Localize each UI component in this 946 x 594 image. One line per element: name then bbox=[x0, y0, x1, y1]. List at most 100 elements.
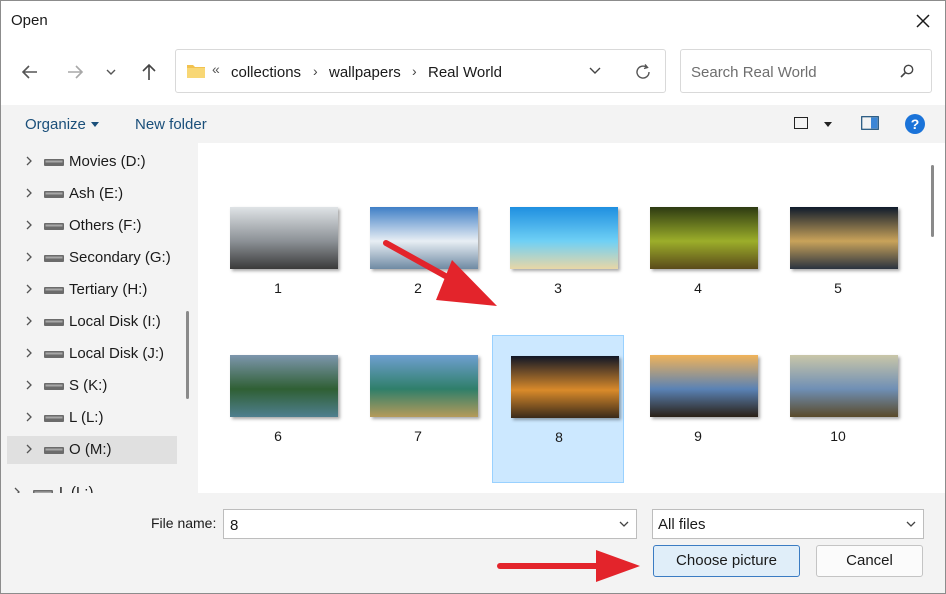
file-name-caption: 10 bbox=[830, 428, 846, 444]
drive-icon bbox=[44, 415, 64, 422]
file-thumbnail[interactable]: 7 bbox=[352, 335, 484, 483]
file-name-input[interactable] bbox=[228, 514, 612, 536]
help-icon[interactable]: ? bbox=[905, 114, 925, 134]
drive-icon bbox=[44, 287, 64, 294]
address-bar[interactable]: « collections › wallpapers › Real World bbox=[175, 49, 666, 93]
nav-item-drive[interactable]: Secondary (G:) bbox=[7, 244, 177, 272]
command-bar: Organize New folder ? bbox=[1, 105, 945, 143]
file-thumbnail[interactable]: 6 bbox=[212, 335, 344, 483]
navigation-scrollbar[interactable] bbox=[186, 311, 189, 399]
view-mode-icon[interactable] bbox=[794, 117, 808, 129]
breadcrumb-overflow[interactable]: « bbox=[212, 61, 220, 77]
nav-item-label: Ash (E:) bbox=[69, 185, 124, 202]
recent-locations-chevron-icon[interactable] bbox=[103, 64, 119, 80]
view-options-caret-icon[interactable] bbox=[824, 122, 832, 127]
file-thumbnail[interactable]: 2 bbox=[352, 187, 484, 335]
window-title: Open bbox=[11, 12, 48, 29]
file-list[interactable]: 1 2 3 4 5 6 7 8 9 10 bbox=[198, 143, 945, 493]
choose-picture-button[interactable]: Choose picture bbox=[653, 545, 800, 577]
file-name-caption: 1 bbox=[274, 280, 282, 296]
drive-icon bbox=[44, 223, 64, 230]
search-box[interactable] bbox=[680, 49, 932, 93]
drive-icon bbox=[44, 255, 64, 262]
nav-item-drive[interactable]: Tertiary (H:) bbox=[7, 276, 177, 304]
cancel-button[interactable]: Cancel bbox=[816, 545, 923, 577]
nav-item-label: L (L:) bbox=[69, 409, 104, 426]
file-type-select[interactable]: All files bbox=[652, 509, 924, 539]
image-preview bbox=[510, 207, 618, 269]
up-arrow-icon[interactable] bbox=[138, 61, 160, 83]
chevron-right-icon[interactable] bbox=[24, 444, 34, 454]
chevron-down-icon[interactable] bbox=[618, 519, 630, 529]
chevron-right-icon[interactable] bbox=[24, 252, 34, 262]
file-name-caption: 2 bbox=[414, 280, 422, 296]
image-preview bbox=[511, 356, 619, 418]
preview-pane-icon[interactable] bbox=[861, 116, 879, 130]
close-icon[interactable] bbox=[911, 9, 935, 33]
nav-item-drive[interactable]: S (K:) bbox=[7, 372, 177, 400]
new-folder-button[interactable]: New folder bbox=[135, 116, 207, 133]
forward-arrow-icon[interactable] bbox=[64, 61, 86, 83]
navigation-pane: Movies (D:) Ash (E:) Others (F:) Secondary … bbox=[1, 143, 195, 493]
drive-icon bbox=[44, 191, 64, 198]
file-name-caption: 9 bbox=[694, 428, 702, 444]
chevron-right-icon[interactable] bbox=[24, 188, 34, 198]
open-dialog: Open « collections › wallpapers › Real W… bbox=[0, 0, 946, 594]
drive-icon bbox=[44, 351, 64, 358]
back-arrow-icon[interactable] bbox=[19, 61, 41, 83]
chevron-right-icon[interactable] bbox=[24, 380, 34, 390]
nav-item-label: Others (F:) bbox=[69, 217, 142, 234]
search-icon[interactable] bbox=[899, 63, 915, 79]
breadcrumb-collections[interactable]: collections bbox=[231, 64, 301, 81]
nav-item-drive[interactable]: Ash (E:) bbox=[7, 180, 177, 208]
nav-item-drive[interactable]: Local Disk (I:) bbox=[7, 308, 177, 336]
file-list-scrollbar[interactable] bbox=[931, 165, 934, 237]
organize-button[interactable]: Organize bbox=[25, 116, 86, 133]
organize-caret-icon[interactable] bbox=[91, 122, 99, 127]
nav-item-drive[interactable]: O (M:) bbox=[7, 436, 177, 464]
breadcrumb-separator[interactable]: › bbox=[412, 63, 417, 79]
image-preview bbox=[790, 207, 898, 269]
file-name-caption: 6 bbox=[274, 428, 282, 444]
drive-icon bbox=[44, 159, 64, 166]
breadcrumb-separator[interactable]: › bbox=[313, 63, 318, 79]
title-bar: Open bbox=[1, 1, 945, 41]
file-name-caption: 5 bbox=[834, 280, 842, 296]
image-preview bbox=[790, 355, 898, 417]
file-thumbnail[interactable]: 3 bbox=[492, 187, 624, 335]
file-thumbnail[interactable]: 10 bbox=[772, 335, 904, 483]
nav-item-drive[interactable]: Others (F:) bbox=[7, 212, 177, 240]
file-name-bar: File name: All files Choose picture Canc… bbox=[1, 493, 945, 593]
file-name-label: File name: bbox=[151, 515, 217, 531]
image-preview bbox=[370, 355, 478, 417]
chevron-right-icon[interactable] bbox=[24, 220, 34, 230]
breadcrumb-wallpapers[interactable]: wallpapers bbox=[329, 64, 401, 81]
folder-icon bbox=[187, 65, 205, 78]
breadcrumb-real-world[interactable]: Real World bbox=[428, 64, 502, 81]
image-preview bbox=[650, 355, 758, 417]
file-name-combobox[interactable] bbox=[223, 509, 637, 539]
file-thumbnail[interactable]: 5 bbox=[772, 187, 904, 335]
search-input[interactable] bbox=[689, 60, 893, 84]
chevron-down-icon[interactable] bbox=[905, 519, 917, 529]
chevron-right-icon[interactable] bbox=[24, 156, 34, 166]
chevron-right-icon[interactable] bbox=[24, 412, 34, 422]
image-preview bbox=[370, 207, 478, 269]
chevron-down-icon[interactable] bbox=[588, 64, 602, 78]
chevron-right-icon[interactable] bbox=[24, 348, 34, 358]
nav-item-drive[interactable]: Local Disk (J:) bbox=[7, 340, 177, 368]
refresh-icon[interactable] bbox=[633, 62, 653, 82]
nav-item-partial[interactable]: L (L:) bbox=[1, 479, 181, 493]
nav-item-drive[interactable]: L (L:) bbox=[7, 404, 177, 432]
nav-item-label: Tertiary (H:) bbox=[69, 281, 148, 298]
file-thumbnail[interactable]: 9 bbox=[632, 335, 764, 483]
drive-icon bbox=[44, 319, 64, 326]
file-thumbnail[interactable]: 4 bbox=[632, 187, 764, 335]
chevron-right-icon[interactable] bbox=[24, 316, 34, 326]
chevron-right-icon[interactable] bbox=[24, 284, 34, 294]
file-thumbnail[interactable]: 1 bbox=[212, 187, 344, 335]
nav-item-drive[interactable]: Movies (D:) bbox=[7, 148, 177, 176]
drive-icon bbox=[44, 447, 64, 454]
file-thumbnail[interactable]: 8 bbox=[492, 335, 624, 483]
file-name-caption: 4 bbox=[694, 280, 702, 296]
